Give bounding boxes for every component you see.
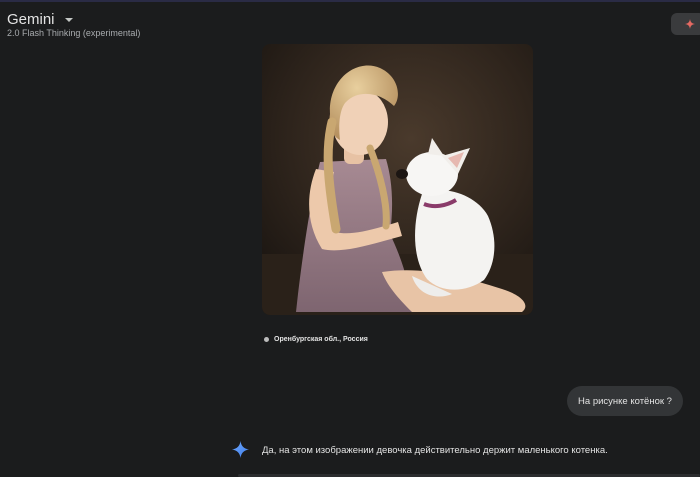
image-location: Оренбургская обл., Россия <box>264 336 368 343</box>
location-dot-icon <box>264 337 269 342</box>
response-text: Да, на этом изображении девочка действит… <box>262 445 608 456</box>
user-message-bubble: На рисунке котёнок ? <box>567 386 683 416</box>
caret-down-icon <box>64 17 73 22</box>
model-selector[interactable]: Gemini <box>7 11 73 28</box>
location-text: Оренбургская обл., Россия <box>274 336 368 343</box>
uploaded-image[interactable] <box>262 44 533 315</box>
top-border <box>0 0 700 2</box>
gemini-sparkle-icon <box>232 441 249 463</box>
model-subtitle: 2.0 Flash Thinking (experimental) <box>7 28 141 38</box>
sparkle-button[interactable] <box>671 13 700 35</box>
photo-girl-with-puppy <box>262 44 533 315</box>
user-message-text: На рисунке котёнок ? <box>578 395 672 407</box>
sparkle-icon <box>685 19 695 29</box>
model-title: Gemini <box>7 11 55 28</box>
